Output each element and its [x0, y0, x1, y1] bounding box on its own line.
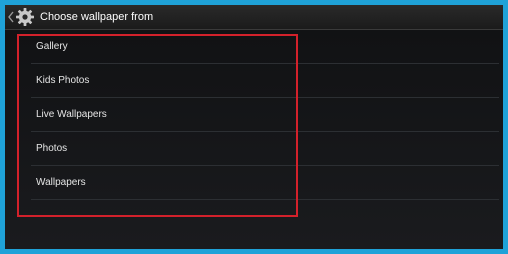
list-item-photos[interactable]: Photos [31, 132, 499, 166]
gear-icon [15, 7, 35, 27]
list-item-label: Kids Photos [36, 75, 90, 86]
chevron-left-icon[interactable] [7, 10, 15, 24]
dialog-title: Choose wallpaper from [40, 11, 154, 23]
list-item-label: Wallpapers [36, 177, 86, 188]
title-bar: Choose wallpaper from [5, 5, 503, 30]
list-item-label: Gallery [36, 41, 68, 52]
list-item-gallery[interactable]: Gallery [31, 30, 499, 64]
wallpaper-source-list: Gallery Kids Photos Live Wallpapers Phot… [31, 30, 499, 200]
list-item-live-wallpapers[interactable]: Live Wallpapers [31, 98, 499, 132]
chooser-list-panel: Gallery Kids Photos Live Wallpapers Phot… [5, 30, 503, 249]
list-item-label: Photos [36, 143, 68, 154]
list-item-kids-photos[interactable]: Kids Photos [31, 64, 499, 98]
list-item-wallpapers[interactable]: Wallpapers [31, 166, 499, 200]
list-item-label: Live Wallpapers [36, 109, 107, 120]
